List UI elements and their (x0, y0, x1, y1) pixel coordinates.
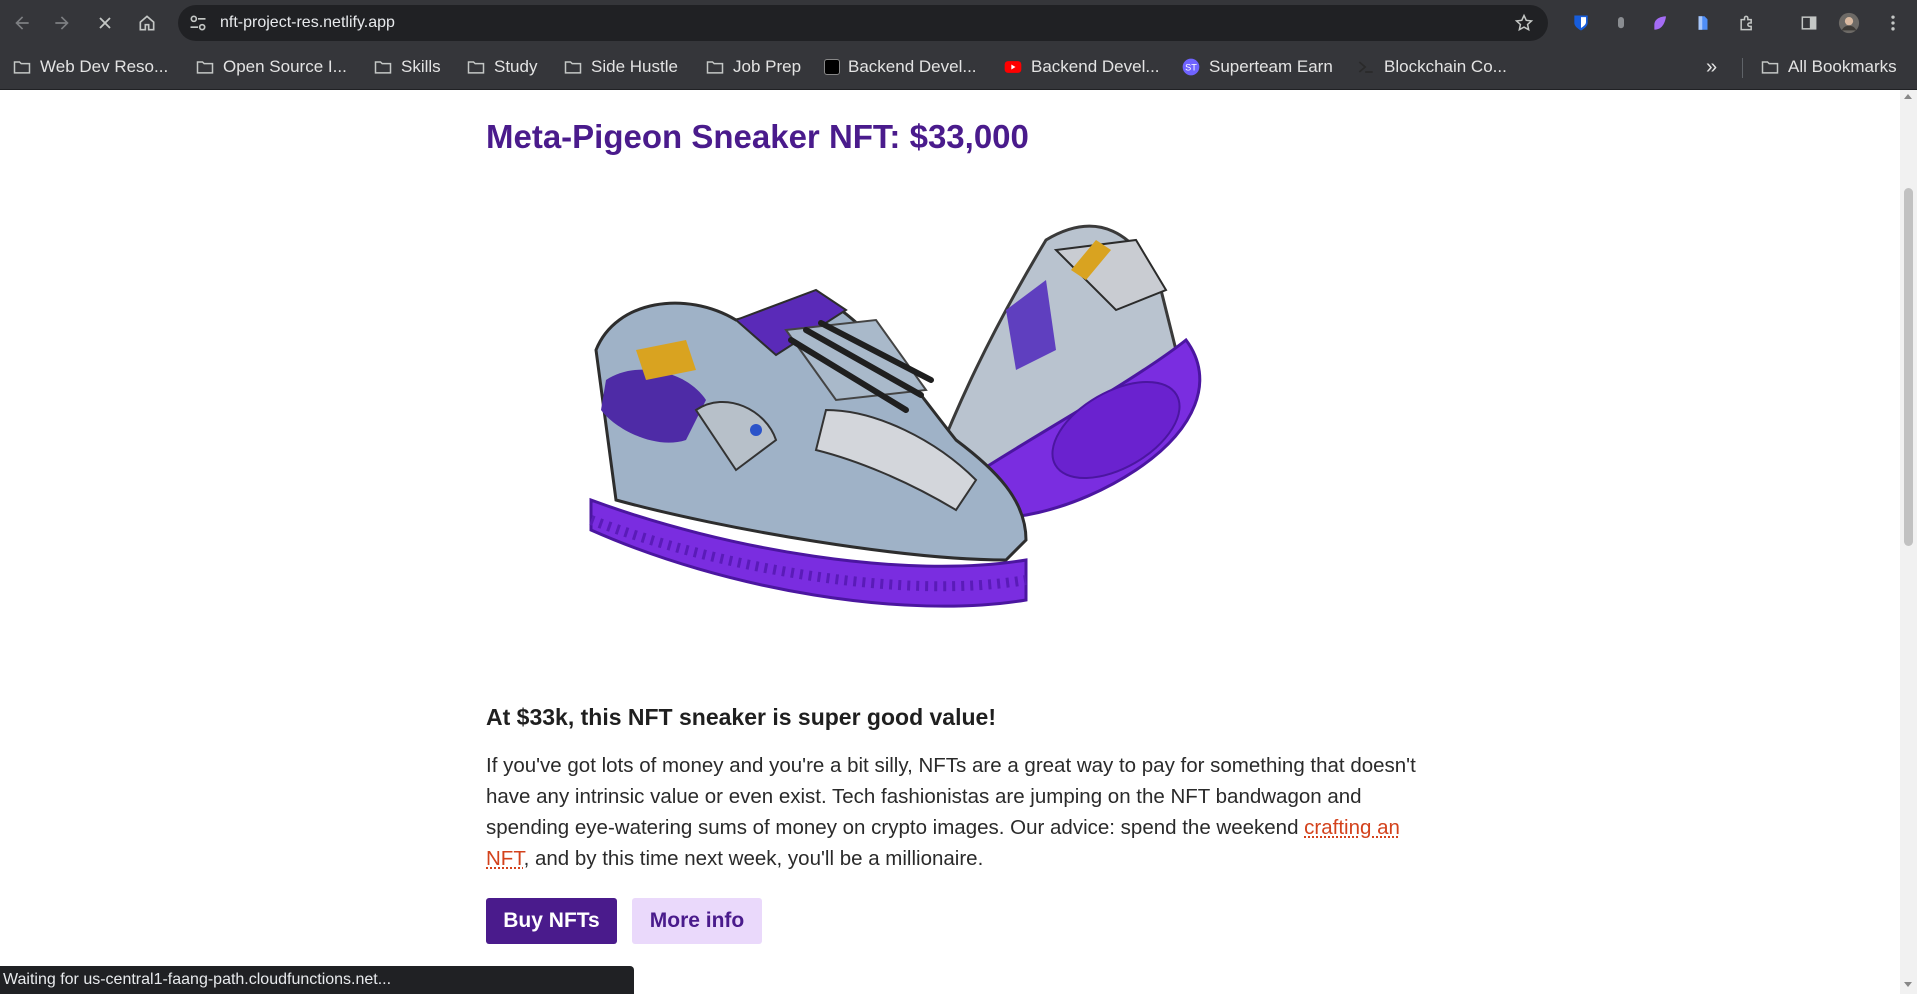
body-text: , and by this time next week, you'll be … (523, 847, 984, 870)
body-paragraph: If you've got lots of money and you're a… (486, 750, 1416, 874)
bookmark-label: Skills (401, 57, 441, 76)
folder-icon (1761, 61, 1779, 74)
folder-icon (564, 61, 582, 74)
folder-icon (467, 61, 485, 74)
status-bar: Waiting for us-central1-faang-path.cloud… (0, 966, 634, 994)
browser-toolbar: nft-project-res.netlify.app (0, 0, 1917, 46)
bookmark-label: Job Prep (733, 57, 802, 76)
body-text: If you've got lots of money and you're a… (486, 754, 1416, 839)
page-title: Meta-Pigeon Sneaker NFT: $33,000 (486, 118, 1029, 155)
bookmark-label: Superteam Earn (1209, 57, 1333, 76)
page-scrollbar[interactable] (1900, 90, 1917, 994)
youtube-icon (1004, 61, 1022, 73)
address-bar[interactable]: nft-project-res.netlify.app (178, 5, 1548, 41)
forward-icon[interactable] (48, 9, 76, 37)
bookmark-star-icon[interactable] (1514, 13, 1534, 33)
side-panel-icon[interactable] (1798, 12, 1820, 34)
mouse-extension-icon[interactable] (1610, 12, 1632, 34)
site-favicon (1358, 61, 1373, 73)
bookmark-link[interactable]: Blockchain Co... (1356, 56, 1507, 78)
bookmarks-bar: Web Dev Reso... Open Source I... Skills … (0, 46, 1917, 90)
more-bookmarks-chevron[interactable]: » (1706, 56, 1717, 78)
bookmark-label: Study (494, 57, 538, 76)
bookmark-folder[interactable]: Job Prep (705, 56, 801, 78)
buy-nfts-button[interactable]: Buy NFTs (486, 898, 617, 944)
site-info-icon[interactable] (188, 13, 208, 33)
purple-extension-icon[interactable] (1650, 12, 1672, 34)
docs-extension-icon[interactable] (1692, 12, 1714, 34)
web-page: Meta-Pigeon Sneaker NFT: $33,000 At $33k… (0, 90, 1900, 994)
bookmark-folder[interactable]: Study (466, 56, 537, 78)
folder-icon (706, 61, 724, 74)
scroll-down-arrow[interactable] (1904, 982, 1912, 987)
bookmark-label: Web Dev Reso... (40, 57, 169, 76)
bookmarks-divider (1742, 58, 1743, 78)
sneaker-nft-image (589, 224, 1202, 608)
bookmark-folder[interactable]: Web Dev Reso... (12, 56, 168, 78)
all-bookmarks[interactable]: All Bookmarks (1760, 56, 1897, 78)
home-icon[interactable] (133, 9, 161, 37)
bookmark-label: Open Source I... (223, 57, 347, 76)
scroll-up-arrow[interactable] (1904, 94, 1912, 99)
bitwarden-icon[interactable] (1570, 12, 1592, 34)
bookmark-folder[interactable]: Side Hustle (563, 56, 678, 78)
folder-icon (13, 61, 31, 74)
folder-icon (196, 61, 214, 74)
url-text[interactable]: nft-project-res.netlify.app (220, 14, 395, 32)
superteam-icon: ST (1182, 58, 1200, 76)
site-favicon (824, 59, 840, 75)
bookmark-folder[interactable]: Open Source I... (195, 56, 347, 78)
bookmark-link[interactable]: Backend Devel... (1003, 56, 1160, 78)
front-sneaker (589, 288, 1028, 608)
bookmark-label: Backend Devel... (848, 57, 977, 76)
profile-avatar[interactable] (1838, 12, 1860, 34)
bookmark-label: Backend Devel... (1031, 57, 1160, 76)
bookmark-label: All Bookmarks (1788, 57, 1897, 76)
svg-text:ST: ST (1185, 62, 1197, 72)
menu-kebab-icon[interactable] (1882, 12, 1904, 34)
extensions-puzzle-icon[interactable] (1736, 12, 1758, 34)
scrollbar-thumb[interactable] (1904, 188, 1913, 546)
bookmark-folder[interactable]: Skills (373, 56, 441, 78)
stop-loading-icon[interactable] (91, 9, 119, 37)
bookmark-link[interactable]: ST Superteam Earn (1181, 56, 1333, 78)
back-icon[interactable] (8, 9, 36, 37)
folder-icon (374, 61, 392, 74)
more-info-button[interactable]: More info (632, 898, 762, 944)
subheading: At $33k, this NFT sneaker is super good … (486, 704, 996, 730)
bookmark-label: Side Hustle (591, 57, 678, 76)
bookmark-link[interactable]: Backend Devel... (824, 56, 977, 78)
bookmark-label: Blockchain Co... (1384, 57, 1507, 76)
